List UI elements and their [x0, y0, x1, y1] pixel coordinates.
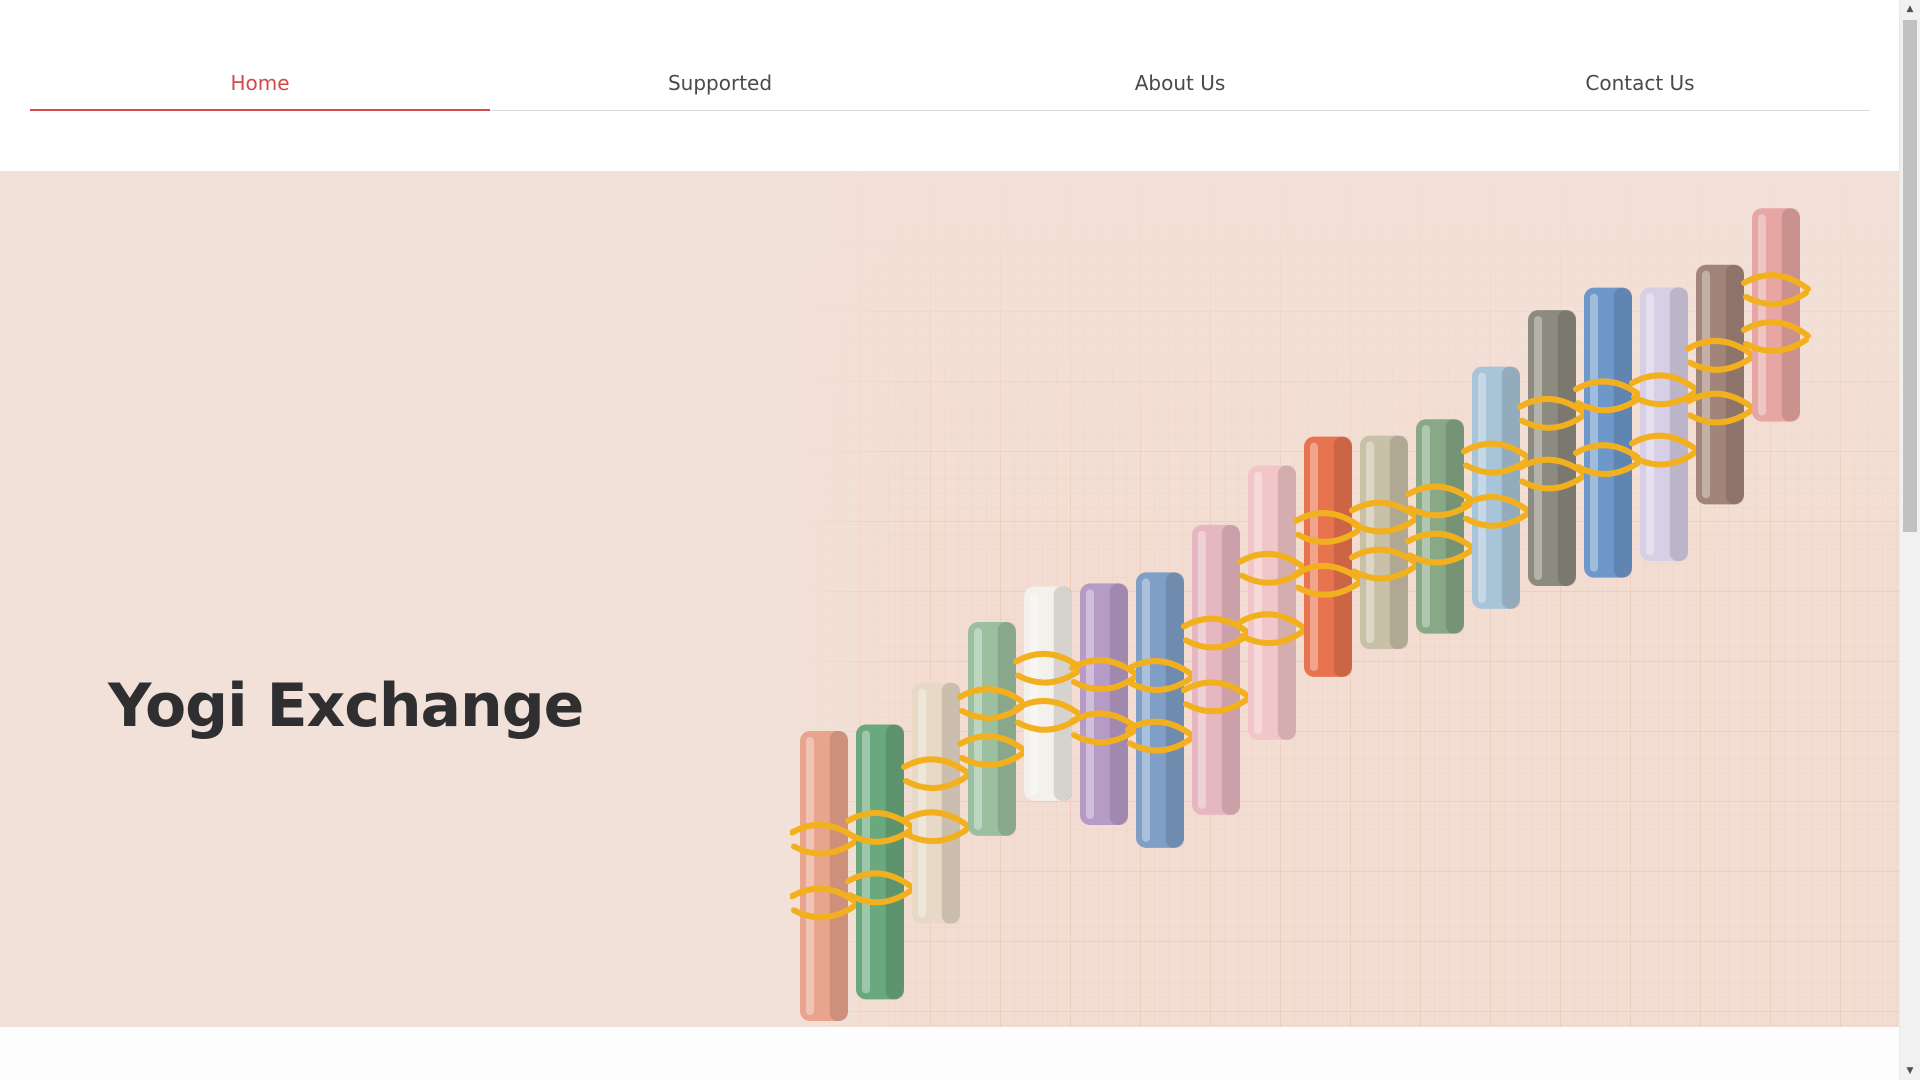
- banknote-roll: [1685, 264, 1755, 505]
- hero-title: Yogi Exchange: [108, 671, 584, 741]
- banknote-roll: [790, 731, 859, 1021]
- page-scrollbar[interactable]: ▲ ▼: [1899, 0, 1920, 1080]
- triangle-up-icon[interactable]: ▲: [1900, 0, 1920, 18]
- page: Home Supported About Us Contact Us Yogi …: [0, 0, 1899, 1080]
- banknote-roll: [1741, 208, 1811, 422]
- hero-currency-image: [790, 171, 1899, 1027]
- banknote-roll: [1573, 287, 1643, 578]
- scrollbar-thumb[interactable]: [1903, 20, 1917, 532]
- banknote-roll: [1125, 572, 1195, 848]
- banknote-roll: [1461, 366, 1531, 609]
- nav-tab-supported[interactable]: Supported: [490, 60, 950, 110]
- banknote-roll: [1237, 465, 1307, 740]
- next-section: [0, 1027, 1899, 1080]
- main-nav: Home Supported About Us Contact Us: [30, 60, 1870, 111]
- banknote-roll: [1629, 287, 1699, 562]
- banknote-roll: [957, 622, 1027, 836]
- banknote-roll: [1181, 524, 1251, 815]
- banknote-roll: [1013, 586, 1083, 801]
- triangle-down-icon[interactable]: ▼: [1900, 1062, 1920, 1080]
- nav-tab-about-us[interactable]: About Us: [950, 60, 1410, 110]
- banknote-roll: [1069, 583, 1139, 826]
- banknote-roll: [901, 682, 971, 924]
- nav-tab-contact-us[interactable]: Contact Us: [1410, 60, 1870, 110]
- banknote-roll: [1517, 310, 1587, 587]
- nav-tab-home[interactable]: Home: [30, 60, 490, 111]
- hero-banner: Yogi Exchange: [0, 171, 1899, 1027]
